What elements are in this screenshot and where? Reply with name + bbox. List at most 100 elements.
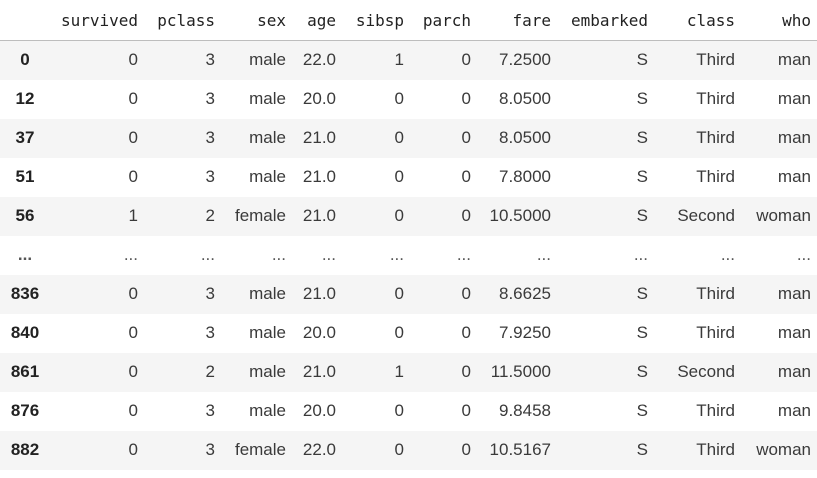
index-header: [0, 0, 50, 41]
cell-class: Second: [677, 362, 735, 381]
column-header-embarked: embarked: [557, 0, 654, 41]
row-index: 836: [10, 284, 40, 303]
row-index: 882: [10, 440, 40, 459]
cell-parch: 0: [461, 362, 471, 381]
cell-class: Third: [696, 284, 735, 303]
cell-fare: 7.9250: [499, 323, 551, 342]
cell-fare: 9.8458: [499, 401, 551, 420]
cell-sex: ...: [271, 245, 286, 264]
cell-embarked: S: [636, 440, 648, 459]
cell-fare: ...: [536, 245, 551, 264]
cell-embarked: S: [636, 128, 648, 147]
cell-age: 22.0: [302, 50, 336, 70]
cell-embarked: S: [636, 362, 648, 381]
cell-embarked: S: [636, 323, 648, 342]
cell-age: 21.0: [302, 167, 336, 186]
cell-sibsp: 0: [394, 167, 404, 186]
cell-class: Second: [677, 206, 735, 225]
ellipsis-row: .................................: [0, 235, 817, 275]
cell-who: woman: [756, 440, 811, 459]
cell-pclass: 2: [205, 206, 215, 225]
cell-age: 21.0: [302, 284, 336, 303]
cell-embarked: S: [636, 401, 648, 420]
cell-who: man: [777, 89, 811, 108]
header-row: survived pclass sex age sibsp parch fare embark…: [0, 0, 817, 41]
cell-sex: female: [234, 206, 286, 225]
cell-pclass: ...: [200, 245, 215, 264]
cell-survived: 1: [128, 206, 138, 225]
cell-parch: ...: [456, 245, 471, 264]
cell-sex: male: [249, 128, 286, 147]
cell-sibsp: 0: [394, 206, 404, 225]
cell-embarked: S: [636, 206, 648, 225]
cell-survived: 0: [128, 50, 138, 70]
cell-class: Third: [696, 440, 735, 459]
cell-who: man: [777, 167, 811, 186]
table-row: 882 0 3 female 22.0 0 0 10.5167 S Third woman: [0, 430, 817, 470]
cell-parch: 0: [461, 206, 471, 225]
cell-embarked: ...: [633, 245, 648, 264]
table-row: 37 0 3 male 21.0 0 0 8.0500 S Third man: [0, 118, 817, 158]
row-index: 56: [15, 206, 35, 225]
cell-survived: 0: [128, 167, 138, 186]
cell-sibsp: 0: [394, 401, 404, 420]
cell-age: 20.0: [302, 323, 336, 342]
cell-class: Third: [696, 323, 735, 342]
table-row: 861 0 2 male 21.0 1 0 11.5000 S Second man: [0, 352, 817, 392]
table-row: 836 0 3 male 21.0 0 0 8.6625 S Third man: [0, 274, 817, 314]
cell-class: Third: [696, 401, 735, 420]
cell-parch: 0: [461, 89, 471, 108]
cell-class: Third: [696, 89, 735, 108]
cell-sex: male: [249, 50, 286, 70]
table-row: 840 0 3 male 20.0 0 0 7.9250 S Third man: [0, 313, 817, 353]
cell-pclass: 3: [205, 128, 215, 147]
cell-fare: 11.5000: [490, 362, 551, 381]
table-body: 0 0 3 male 22.0 1 0 7.2500 S Third man 12 0 3 male 20.0…: [0, 40, 817, 470]
row-index: 12: [15, 89, 35, 108]
cell-sex: male: [249, 323, 286, 342]
cell-age: 21.0: [302, 128, 336, 147]
cell-parch: 0: [461, 440, 471, 459]
table-row: 0 0 3 male 22.0 1 0 7.2500 S Third man: [0, 40, 817, 80]
cell-survived: 0: [128, 401, 138, 420]
dataframe-table: survived pclass sex age sibsp parch fare embark…: [0, 0, 817, 470]
table-row: 12 0 3 male 20.0 0 0 8.0500 S Third man: [0, 79, 817, 119]
cell-survived: 0: [128, 440, 138, 459]
cell-who: man: [777, 362, 811, 381]
cell-sex: male: [249, 401, 286, 420]
cell-sibsp: 1: [394, 362, 404, 381]
cell-who: ...: [796, 245, 811, 264]
cell-pclass: 3: [205, 89, 215, 108]
cell-fare: 8.6625: [499, 284, 551, 303]
cell-fare: 7.8000: [499, 167, 551, 186]
cell-fare: 8.0500: [499, 128, 551, 147]
cell-fare: 8.0500: [499, 89, 551, 108]
row-index: 37: [15, 128, 35, 147]
column-header-sibsp: sibsp: [342, 0, 410, 41]
cell-sex: male: [249, 89, 286, 108]
column-header-fare: fare: [477, 0, 557, 41]
table-header: survived pclass sex age sibsp parch fare embark…: [0, 0, 817, 41]
cell-fare: 10.5000: [489, 206, 551, 225]
cell-pclass: 3: [205, 401, 215, 420]
column-header-survived: survived: [50, 0, 144, 41]
cell-class: ...: [720, 245, 735, 264]
row-index: 0: [20, 50, 30, 70]
cell-survived: ...: [123, 245, 138, 264]
cell-sex: male: [249, 362, 286, 381]
cell-embarked: S: [636, 50, 648, 70]
column-header-pclass: pclass: [144, 0, 221, 41]
cell-sibsp: ...: [389, 245, 404, 264]
cell-pclass: 3: [205, 167, 215, 186]
cell-pclass: 3: [205, 323, 215, 342]
cell-who: man: [777, 284, 811, 303]
cell-sibsp: 0: [394, 284, 404, 303]
cell-pclass: 2: [205, 362, 215, 381]
row-index: 861: [10, 362, 40, 381]
column-header-sex: sex: [221, 0, 292, 41]
cell-class: Third: [696, 50, 735, 70]
cell-age: ...: [321, 245, 336, 264]
table-row: 876 0 3 male 20.0 0 0 9.8458 S Third man: [0, 391, 817, 431]
cell-embarked: S: [636, 89, 648, 108]
cell-age: 22.0: [302, 440, 336, 459]
